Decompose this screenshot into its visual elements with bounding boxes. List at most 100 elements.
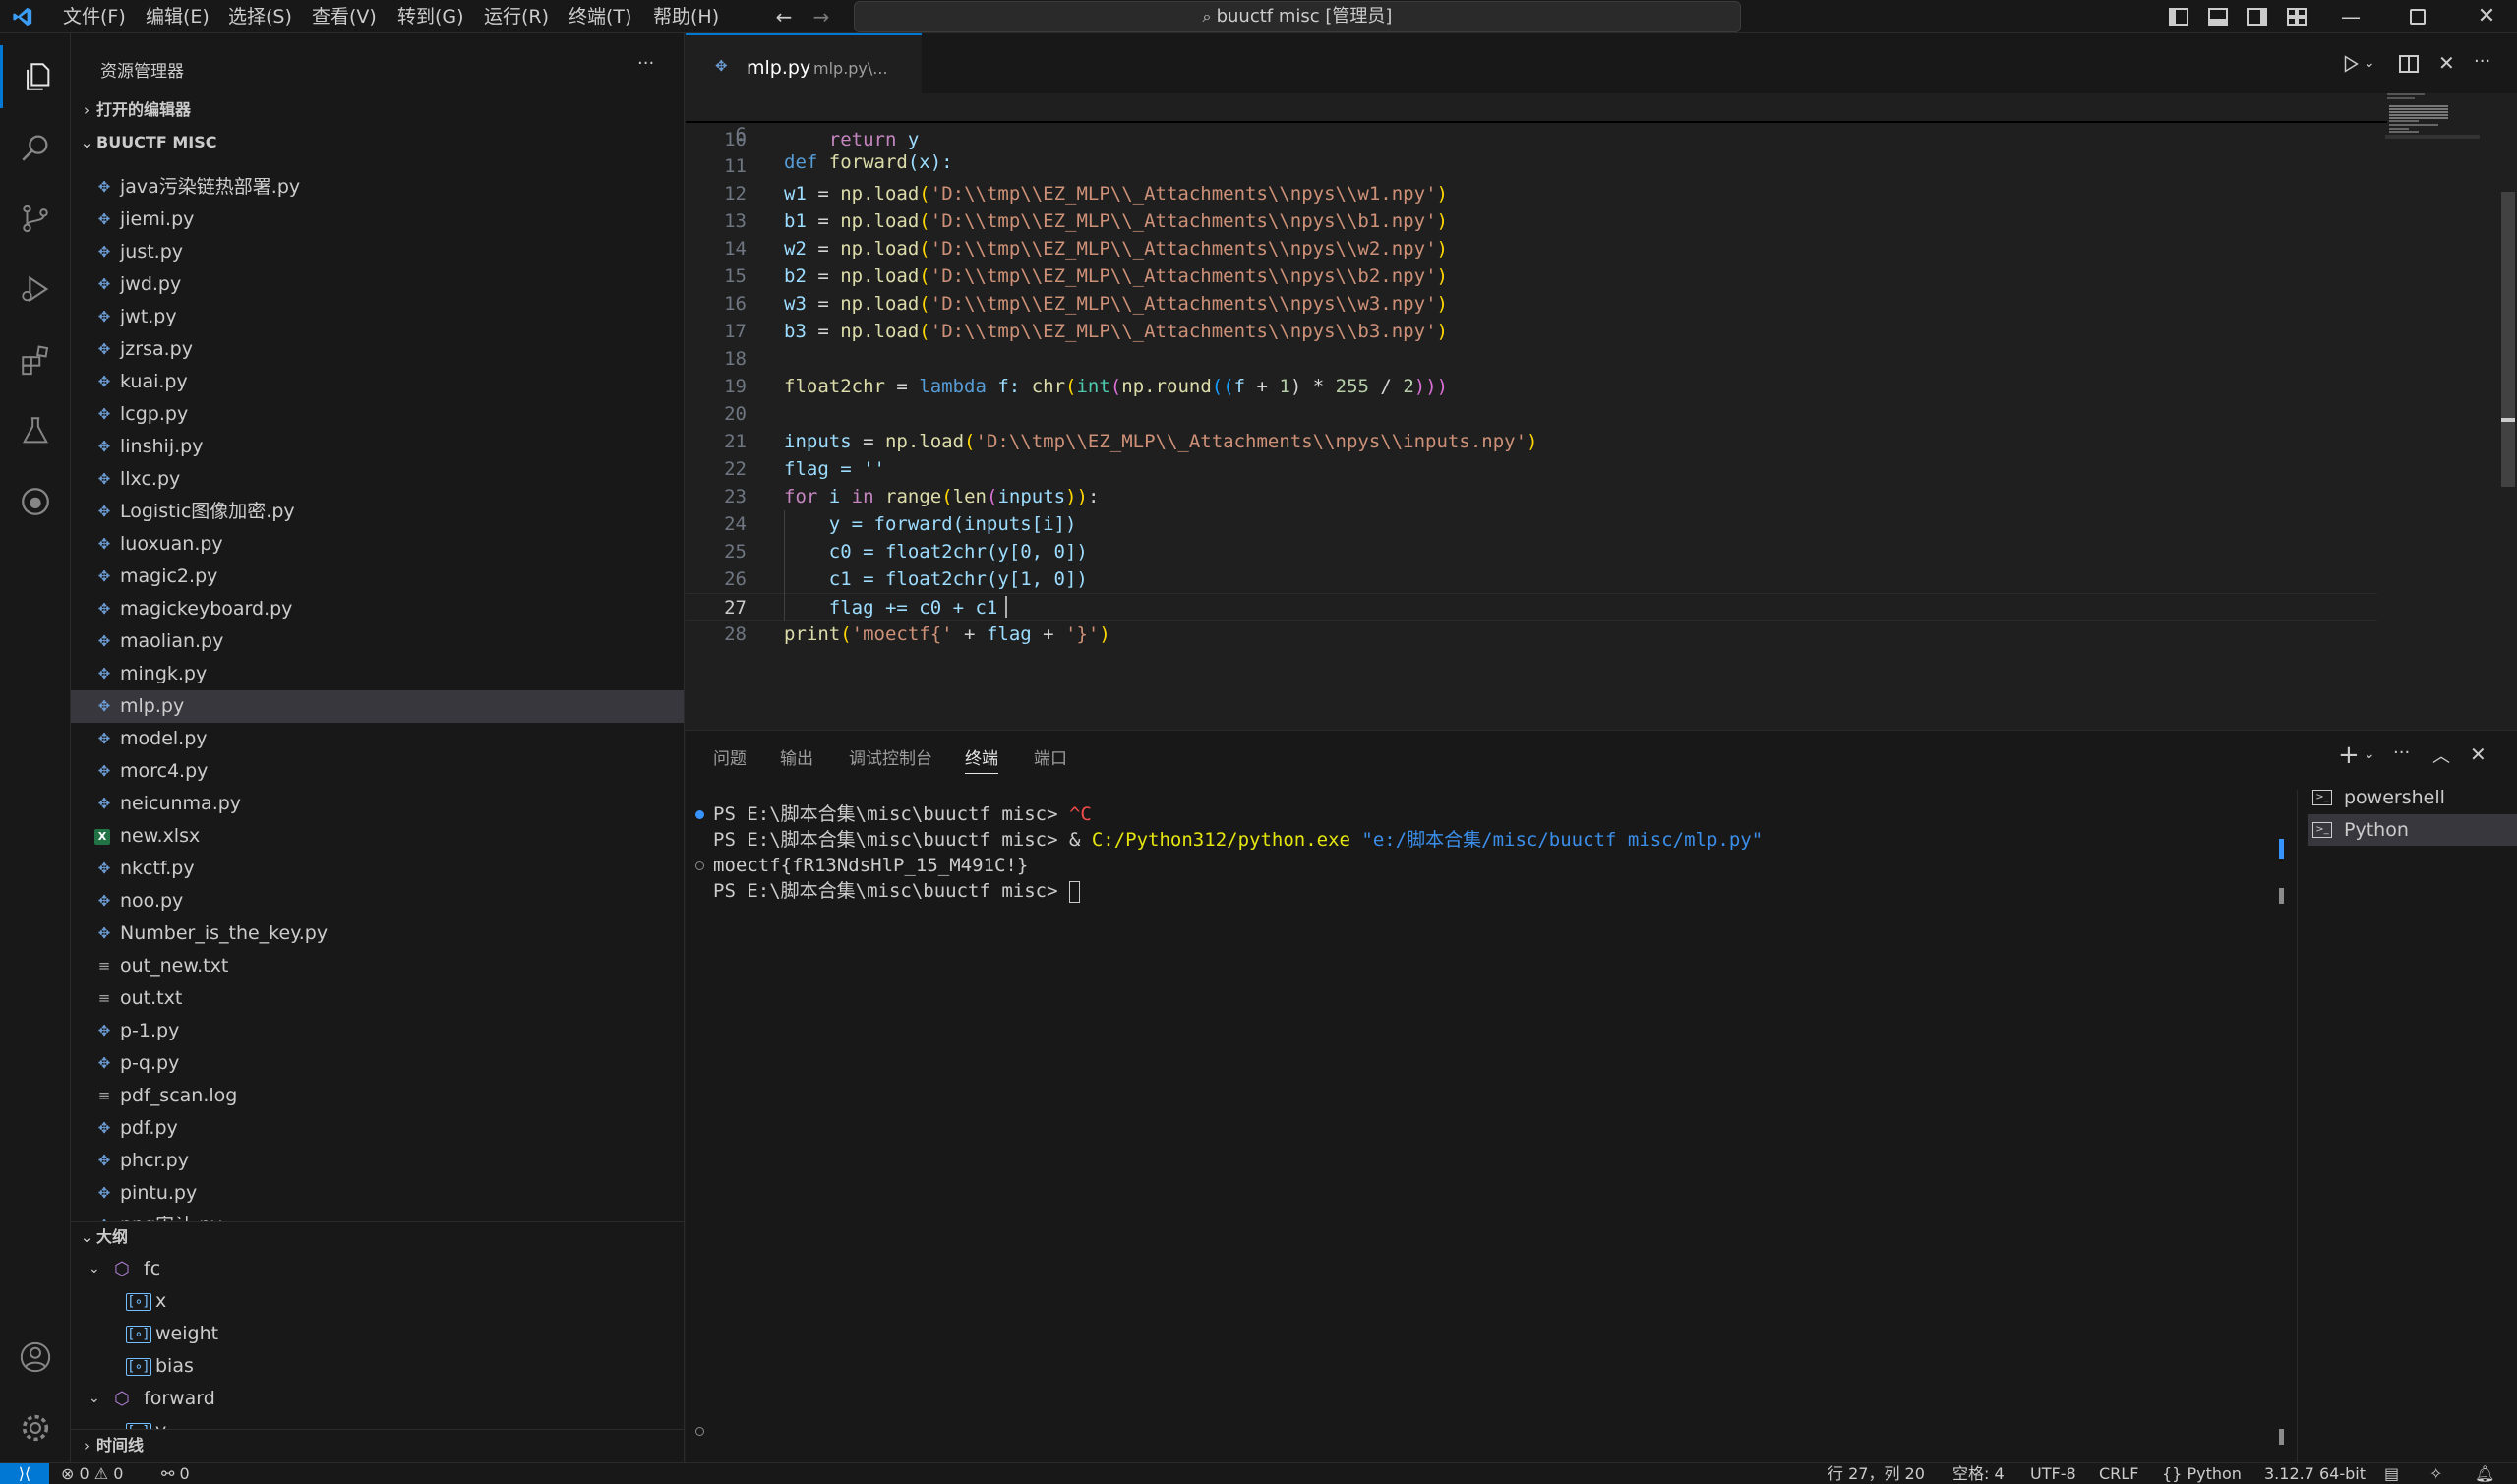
problems-status[interactable]: ⊗ 0 ⚠ 0 xyxy=(61,1463,123,1484)
ports-status[interactable]: ⚯ 0 xyxy=(161,1463,190,1484)
code-line[interactable]: 15 b2 = np.load('D:\\tmp\\EZ_MLP\\_Attach… xyxy=(686,263,2377,290)
file-item[interactable]: ✥ linshij.py xyxy=(71,431,684,463)
settings-gear-icon[interactable] xyxy=(0,1396,71,1459)
tab-output[interactable]: 输出 xyxy=(780,744,813,774)
code-line[interactable]: 22 flag = '' xyxy=(686,455,2377,483)
timeline-section[interactable]: › 时间线 xyxy=(71,1430,684,1461)
sticky-scroll-line[interactable]: 6 def forward(x): xyxy=(686,93,2387,173)
notifications-bell-icon[interactable]: 🔔︎ xyxy=(2475,1463,2494,1484)
file-item[interactable]: ✥ mingk.py xyxy=(71,658,684,690)
file-item[interactable]: Xnew.xlsx xyxy=(71,820,684,853)
new-terminal-icon[interactable]: + xyxy=(2338,741,2360,770)
file-item[interactable]: ✥ llxc.py xyxy=(71,463,684,496)
code-editor[interactable]: 6 def forward(x): 10 return y 11 12 w1 = np… xyxy=(686,93,2517,730)
file-item[interactable]: ✥ p-1.py xyxy=(71,1015,684,1047)
file-item[interactable]: ✥ pintu.py xyxy=(71,1177,684,1210)
menu-help[interactable]: 帮助(H) xyxy=(653,0,719,33)
maximize-panel-icon[interactable]: ︿ xyxy=(2432,742,2450,768)
toggle-secondary-sidebar-icon[interactable] xyxy=(2247,8,2267,26)
close-panel-icon[interactable]: ✕ xyxy=(2470,742,2487,766)
code-line[interactable]: 13 b1 = np.load('D:\\tmp\\EZ_MLP\\_Attach… xyxy=(686,208,2377,235)
file-item[interactable]: ≡ out.txt xyxy=(71,982,684,1015)
file-item[interactable]: ✥ model.py xyxy=(71,723,684,755)
code-line[interactable]: 12 w1 = np.load('D:\\tmp\\EZ_MLP\\_Attach… xyxy=(686,180,2377,208)
python-interpreter[interactable]: 3.12.7 64-bit xyxy=(2264,1463,2366,1484)
terminal-list-item-active[interactable]: >_ Python xyxy=(2308,814,2517,846)
explorer-icon[interactable] xyxy=(0,45,71,108)
file-item[interactable]: ✥ java污染链热部署.py xyxy=(71,171,684,204)
minimize-icon[interactable]: — xyxy=(2331,0,2370,33)
file-item[interactable]: ✥ lcgp.py xyxy=(71,398,684,431)
close-window-icon[interactable]: ✕ xyxy=(2469,0,2504,33)
outline-item-class[interactable]: ⌄ ⬡ fc xyxy=(71,1253,684,1285)
code-line[interactable]: 21 inputs = np.load('D:\\tmp\\EZ_MLP\\_At… xyxy=(686,428,2377,455)
menu-selection[interactable]: 选择(S) xyxy=(228,0,292,33)
eol-status[interactable]: CRLF xyxy=(2099,1463,2138,1484)
remote-explorer-icon[interactable] xyxy=(0,470,71,533)
file-item[interactable]: ✥ mlp.py xyxy=(71,690,684,723)
file-item[interactable]: ✥ nkctf.py xyxy=(71,853,684,885)
file-item[interactable]: ≡ pdf_scan.log xyxy=(71,1080,684,1112)
code-line[interactable]: 27 flag += c0 + c1 xyxy=(686,593,2377,621)
extensions-icon[interactable] xyxy=(0,328,71,391)
back-arrow-icon[interactable]: ← xyxy=(769,0,799,33)
file-item[interactable]: ✥ phcr.py xyxy=(71,1145,684,1177)
file-info-icon[interactable]: ▤ xyxy=(2384,1463,2399,1484)
file-item[interactable]: ✥ pdf.py xyxy=(71,1112,684,1145)
panel-more-icon[interactable]: ··· xyxy=(2393,742,2410,763)
remote-indicator-icon[interactable]: ⟩⟨ xyxy=(0,1463,49,1484)
file-item[interactable]: ✥ jwt.py xyxy=(71,301,684,333)
tab-terminal[interactable]: 终端 xyxy=(965,744,998,774)
indentation-status[interactable]: 空格: 4 xyxy=(1952,1463,2005,1484)
file-item[interactable]: ✥ png审计.py xyxy=(71,1210,684,1221)
restore-icon[interactable] xyxy=(2410,9,2426,25)
file-item[interactable]: ✥ Number_is_the_key.py xyxy=(71,918,684,950)
cursor-position[interactable]: 行 27，列 20 xyxy=(1828,1463,1925,1484)
file-item[interactable]: ✥ neicunma.py xyxy=(71,788,684,820)
menu-run[interactable]: 运行(R) xyxy=(484,0,549,33)
code-line[interactable]: 24 y = forward(inputs[i]) xyxy=(686,510,2377,538)
toggle-panel-icon[interactable] xyxy=(2208,8,2228,26)
source-control-icon[interactable] xyxy=(0,187,71,250)
file-item[interactable]: ✥ maolian.py xyxy=(71,625,684,658)
tab-problems[interactable]: 问题 xyxy=(713,744,747,774)
file-item[interactable]: ✥ luoxuan.py xyxy=(71,528,684,561)
menu-view[interactable]: 查看(V) xyxy=(312,0,377,33)
code-line[interactable]: 28 print('moectf{' + flag + '}') xyxy=(686,621,2377,648)
terminal-view[interactable]: PS E:\脚本合集\misc\buuctf misc> ^C PS E:\脚本… xyxy=(686,790,2279,1463)
menu-file[interactable]: 文件(F) xyxy=(63,0,126,33)
terminal-list-item[interactable]: >_ powershell xyxy=(2308,782,2517,813)
command-center-search[interactable]: ⌕ buuctf misc [管理员] xyxy=(854,1,1741,32)
file-item[interactable]: ✥ magickeyboard.py xyxy=(71,593,684,625)
outline-item-function[interactable]: ⌄ ⬡ forward xyxy=(71,1383,684,1415)
code-line[interactable]: 20 xyxy=(686,400,2377,428)
outline-item-variable[interactable]: [∘] weight xyxy=(71,1318,684,1350)
file-item[interactable]: ✥ jiemi.py xyxy=(71,204,684,236)
outline-item-variable[interactable]: [∘] x xyxy=(71,1285,684,1318)
file-item[interactable]: ✥ magic2.py xyxy=(71,561,684,593)
terminal-dropdown-icon[interactable]: ⌄ xyxy=(2364,746,2375,762)
file-item[interactable]: ✥ morc4.py xyxy=(71,755,684,788)
run-debug-icon[interactable] xyxy=(0,258,71,321)
run-dropdown-icon[interactable]: ⌄ xyxy=(2364,55,2375,71)
copilot-icon[interactable]: ✧ xyxy=(2429,1463,2442,1484)
editor-scrollbar[interactable] xyxy=(2501,192,2515,487)
toggle-primary-sidebar-icon[interactable] xyxy=(2169,8,2188,26)
file-item[interactable]: ✥ just.py xyxy=(71,236,684,268)
code-line[interactable]: 17 b3 = np.load('D:\\tmp\\EZ_MLP\\_Attach… xyxy=(686,318,2377,345)
code-line[interactable]: 18 xyxy=(686,345,2377,373)
tab-debug-console[interactable]: 调试控制台 xyxy=(849,744,932,774)
testing-flask-icon[interactable] xyxy=(0,399,71,462)
file-item[interactable]: ✥ p-q.py xyxy=(71,1047,684,1080)
forward-arrow-icon[interactable]: → xyxy=(807,0,836,33)
file-item[interactable]: ✥ jwd.py xyxy=(71,268,684,301)
split-editor-icon[interactable] xyxy=(2399,55,2419,73)
language-mode[interactable]: {} Python xyxy=(2162,1463,2242,1484)
file-item[interactable]: ✥ kuai.py xyxy=(71,366,684,398)
encoding-status[interactable]: UTF-8 xyxy=(2030,1463,2076,1484)
command-decoration-icon[interactable] xyxy=(695,810,704,819)
file-item[interactable]: ✥ Logistic图像加密.py xyxy=(71,496,684,528)
tab-ports[interactable]: 端口 xyxy=(1034,744,1067,774)
code-line[interactable]: 25 c0 = float2chr(y[0, 0]) xyxy=(686,538,2377,565)
code-line[interactable]: 16 w3 = np.load('D:\\tmp\\EZ_MLP\\_Attach… xyxy=(686,290,2377,318)
